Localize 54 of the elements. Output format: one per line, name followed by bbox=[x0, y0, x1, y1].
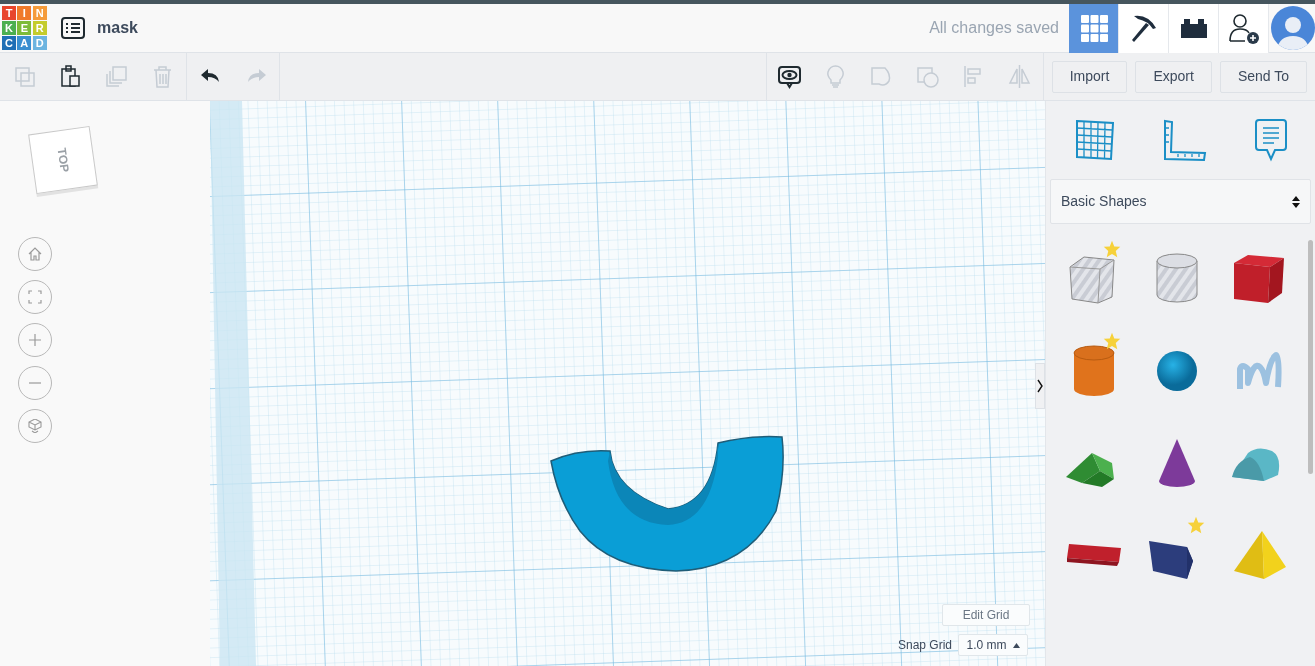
panel-toggle[interactable] bbox=[1035, 363, 1045, 409]
logo[interactable]: T I N K E R C A D bbox=[2, 6, 47, 50]
snap-grid-select[interactable]: 1.0 mm bbox=[958, 634, 1029, 656]
square-circle-icon bbox=[915, 64, 941, 89]
workplane-button[interactable] bbox=[1073, 119, 1116, 161]
sort-caret-icon bbox=[1292, 194, 1300, 209]
design-title[interactable]: mask bbox=[97, 16, 138, 40]
brick-icon bbox=[1178, 16, 1209, 40]
speech-bubble-icon bbox=[1253, 118, 1288, 162]
plus-icon bbox=[28, 333, 42, 347]
logo-letter: K bbox=[2, 21, 16, 35]
save-status: All changes saved bbox=[929, 18, 1059, 38]
plus-button[interactable] bbox=[18, 323, 52, 357]
add-user-icon bbox=[1226, 11, 1261, 45]
notes-button[interactable] bbox=[1253, 118, 1288, 162]
view-tab[interactable] bbox=[1169, 3, 1219, 53]
logo-letter: R bbox=[32, 21, 47, 35]
fit-button[interactable] bbox=[18, 280, 52, 314]
add-user-button[interactable] bbox=[1219, 3, 1269, 53]
design-list-button[interactable] bbox=[59, 14, 87, 42]
edit-grid-button[interactable]: Edit Grid bbox=[942, 604, 1030, 626]
ruler-button[interactable] bbox=[1162, 119, 1207, 161]
logo-letter: N bbox=[32, 6, 47, 20]
home-icon bbox=[28, 247, 42, 261]
fit-icon bbox=[28, 290, 42, 304]
cube-icon bbox=[28, 419, 42, 433]
workplane[interactable]: Edit Grid Snap Grid 1.0 mm bbox=[210, 101, 1045, 666]
text-shape-icon bbox=[1066, 544, 1121, 566]
category-select[interactable]: Basic Shapes bbox=[1050, 179, 1311, 224]
action-button[interactable]: Send To bbox=[1219, 60, 1307, 93]
mirror-icon bbox=[1007, 64, 1033, 89]
logo-letter: E bbox=[17, 21, 32, 35]
view-cube-label: TOP bbox=[53, 146, 73, 174]
list-icon bbox=[61, 17, 85, 39]
logo-letter: T bbox=[2, 6, 16, 20]
duplicate-icon bbox=[103, 64, 129, 89]
snap-grid-label: Snap Grid bbox=[898, 637, 953, 654]
logo-letter: C bbox=[2, 36, 16, 50]
logo-letter: I bbox=[17, 6, 32, 20]
caret-icon bbox=[1012, 642, 1020, 648]
home-button[interactable] bbox=[18, 237, 52, 271]
logo-letter: A bbox=[17, 36, 32, 50]
grid-plane-icon bbox=[1073, 119, 1116, 161]
action-button[interactable]: Import bbox=[1051, 60, 1128, 93]
scrollbar[interactable] bbox=[1308, 240, 1313, 474]
action-button[interactable]: Export bbox=[1135, 60, 1212, 93]
view-tab[interactable] bbox=[1119, 3, 1169, 53]
logo-letter: D bbox=[32, 36, 47, 50]
eye-bubble-icon bbox=[777, 64, 803, 89]
chevron-icon bbox=[1037, 379, 1043, 393]
minus-button[interactable] bbox=[18, 366, 52, 400]
cube-button[interactable] bbox=[18, 409, 52, 443]
ruler-icon bbox=[1162, 119, 1207, 161]
grid-icon bbox=[1078, 13, 1109, 43]
